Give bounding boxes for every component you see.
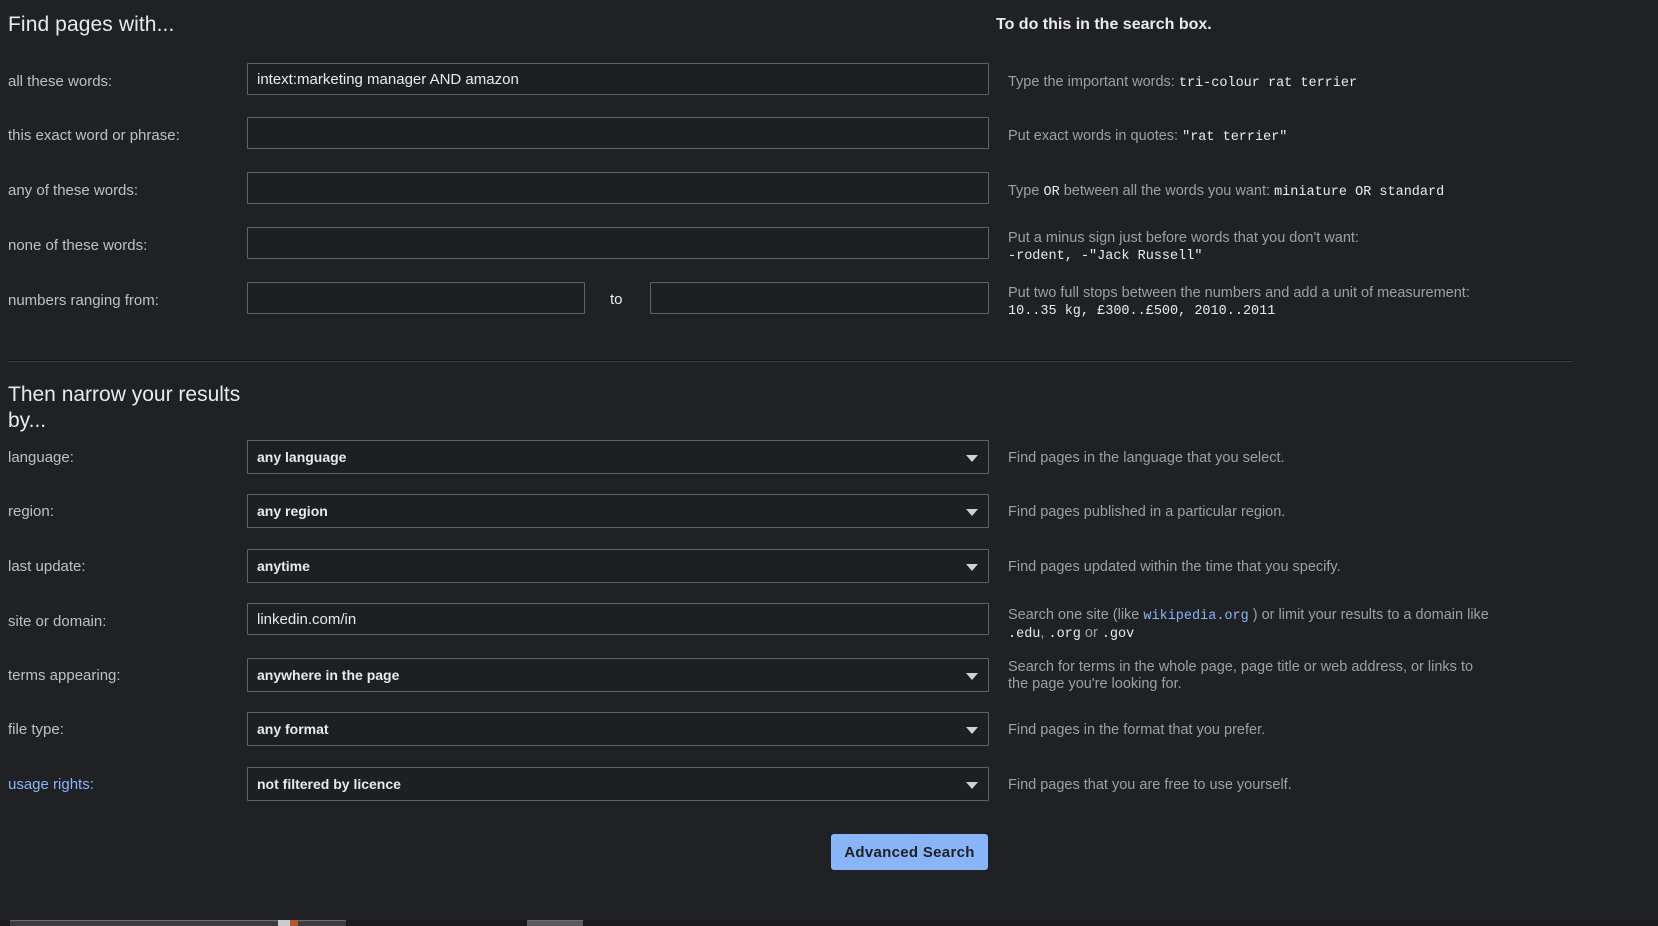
label-any-of-these-words: any of these words: <box>8 182 139 199</box>
site-or-domain-input[interactable] <box>247 603 989 635</box>
none-of-these-words-input[interactable] <box>247 227 989 259</box>
taskbar-icon <box>278 920 290 926</box>
hint-sep-2: or <box>1080 625 1102 641</box>
chevron-down-icon <box>966 673 978 680</box>
hint-code-edu: .edu <box>1008 627 1041 642</box>
hint-region: Find pages published in a particular reg… <box>1008 504 1286 520</box>
hint-text: Type <box>1008 183 1044 199</box>
row-last-update: last update: anytime Find pages updated … <box>0 549 1658 585</box>
hint-text: Search one site (like <box>1008 607 1144 623</box>
row-exact-word-or-phrase: this exact word or phrase: Put exact wor… <box>0 117 1658 153</box>
last-update-select[interactable]: anytime <box>247 549 989 583</box>
region-select[interactable]: any region <box>247 494 989 528</box>
hint-text: Type the important words: <box>1008 74 1179 90</box>
terms-appearing-select-value: anywhere in the page <box>257 667 400 683</box>
hint-code: -rodent, -"Jack Russell" <box>1008 249 1203 264</box>
numbers-range-from-input[interactable] <box>247 282 585 314</box>
hint-text: Put a minus sign just before words that … <box>1008 230 1359 246</box>
hint-code: "rat terrier" <box>1182 130 1288 145</box>
label-all-these-words: all these words: <box>8 73 113 90</box>
hint-terms-appearing: Search for terms in the whole page, page… <box>1008 659 1474 692</box>
row-language: language: any language Find pages in the… <box>0 440 1658 476</box>
section-title-then-narrow: Then narrow your results by... <box>8 383 241 432</box>
page-title-find-pages-with: Find pages with... <box>8 13 175 36</box>
language-select-value: any language <box>257 449 347 465</box>
row-file-type: file type: any format Find pages in the … <box>0 712 1658 748</box>
hint-code-org: .org <box>1048 627 1081 642</box>
hint-code-example: miniature OR standard <box>1274 185 1445 200</box>
label-language: language: <box>8 449 74 466</box>
os-taskbar <box>0 920 1658 926</box>
hint-all-these-words: Type the important words: tri-colour rat… <box>1008 74 1658 92</box>
chevron-down-icon <box>966 455 978 462</box>
label-file-type: file type: <box>8 721 64 738</box>
hint-text: Put exact words in quotes: <box>1008 128 1183 144</box>
usage-rights-link[interactable]: usage rights: <box>8 776 94 793</box>
hint-site-or-domain: Search one site (like wikipedia.org ) or… <box>1008 607 1658 643</box>
usage-rights-select[interactable]: not filtered by licence <box>247 767 989 801</box>
hint-language: Find pages in the language that you sele… <box>1008 450 1285 466</box>
row-usage-rights: usage rights: not filtered by licence Fi… <box>0 767 1658 803</box>
row-all-these-words: all these words: Type the important word… <box>0 63 1658 99</box>
row-numbers-ranging: numbers ranging from: to Put two full st… <box>0 282 1658 320</box>
label-region: region: <box>8 503 54 520</box>
terms-appearing-select[interactable]: anywhere in the page <box>247 658 989 692</box>
row-any-of-these-words: any of these words: Type OR between all … <box>0 172 1658 208</box>
all-these-words-input[interactable] <box>247 63 989 95</box>
row-none-of-these-words: none of these words: Put a minus sign ju… <box>0 227 1658 265</box>
file-type-select[interactable]: any format <box>247 712 989 746</box>
hint-link-wikipedia[interactable]: wikipedia.org <box>1143 609 1248 624</box>
hint-none-of-these-words: Put a minus sign just before words that … <box>1008 230 1658 265</box>
column-header-search-box-syntax: To do this in the search box. <box>996 16 1212 33</box>
hint-file-type: Find pages in the format that you prefer… <box>1008 722 1266 738</box>
region-select-value: any region <box>257 503 328 519</box>
hint-code: tri-colour rat terrier <box>1178 76 1358 91</box>
row-region: region: any region Find pages published … <box>0 494 1658 530</box>
label-terms-appearing: terms appearing: <box>8 667 121 684</box>
last-update-select-value: anytime <box>257 558 310 574</box>
chevron-down-icon <box>966 727 978 734</box>
any-of-these-words-input[interactable] <box>247 172 989 204</box>
hint-text-2: between all the words you want: <box>1059 183 1275 199</box>
hint-code: 10..35 kg, £300..£500, 2010..2011 <box>1008 304 1276 319</box>
label-range-to: to <box>610 291 623 308</box>
hint-last-update: Find pages updated within the time that … <box>1008 559 1341 575</box>
chevron-down-icon <box>966 564 978 571</box>
row-terms-appearing: terms appearing: anywhere in the page Se… <box>0 658 1658 694</box>
hint-numbers-ranging: Put two full stops between the numbers a… <box>1008 285 1658 320</box>
hint-code-gov: .gov <box>1101 627 1135 642</box>
numbers-range-to-input[interactable] <box>650 282 989 314</box>
chevron-down-icon <box>966 509 978 516</box>
label-site-or-domain: site or domain: <box>8 613 107 630</box>
section-divider <box>8 360 1572 362</box>
taskbar-icon-secondary <box>290 920 298 926</box>
advanced-search-page: Find pages with... To do this in the sea… <box>0 0 1658 926</box>
label-numbers-ranging-from: numbers ranging from: <box>8 292 159 309</box>
hint-text: Put two full stops between the numbers a… <box>1008 285 1470 301</box>
usage-rights-select-value: not filtered by licence <box>257 776 401 792</box>
taskbar-window-item-2[interactable] <box>527 920 583 926</box>
hint-exact-word-or-phrase: Put exact words in quotes: "rat terrier" <box>1008 128 1658 146</box>
row-site-or-domain: site or domain: Search one site (like wi… <box>0 603 1658 642</box>
label-last-update: last update: <box>8 558 86 575</box>
hint-any-of-these-words: Type OR between all the words you want: … <box>1008 183 1658 201</box>
label-exact-word-or-phrase: this exact word or phrase: <box>8 127 180 144</box>
file-type-select-value: any format <box>257 721 329 737</box>
advanced-search-button[interactable]: Advanced Search <box>831 834 988 870</box>
language-select[interactable]: any language <box>247 440 989 474</box>
label-none-of-these-words: none of these words: <box>8 237 148 254</box>
hint-usage-rights: Find pages that you are free to use your… <box>1008 777 1292 793</box>
chevron-down-icon <box>966 782 978 789</box>
hint-text-2: ) or limit your results to a domain like <box>1248 607 1489 623</box>
exact-word-or-phrase-input[interactable] <box>247 117 989 149</box>
hint-code-or: OR <box>1043 185 1060 200</box>
